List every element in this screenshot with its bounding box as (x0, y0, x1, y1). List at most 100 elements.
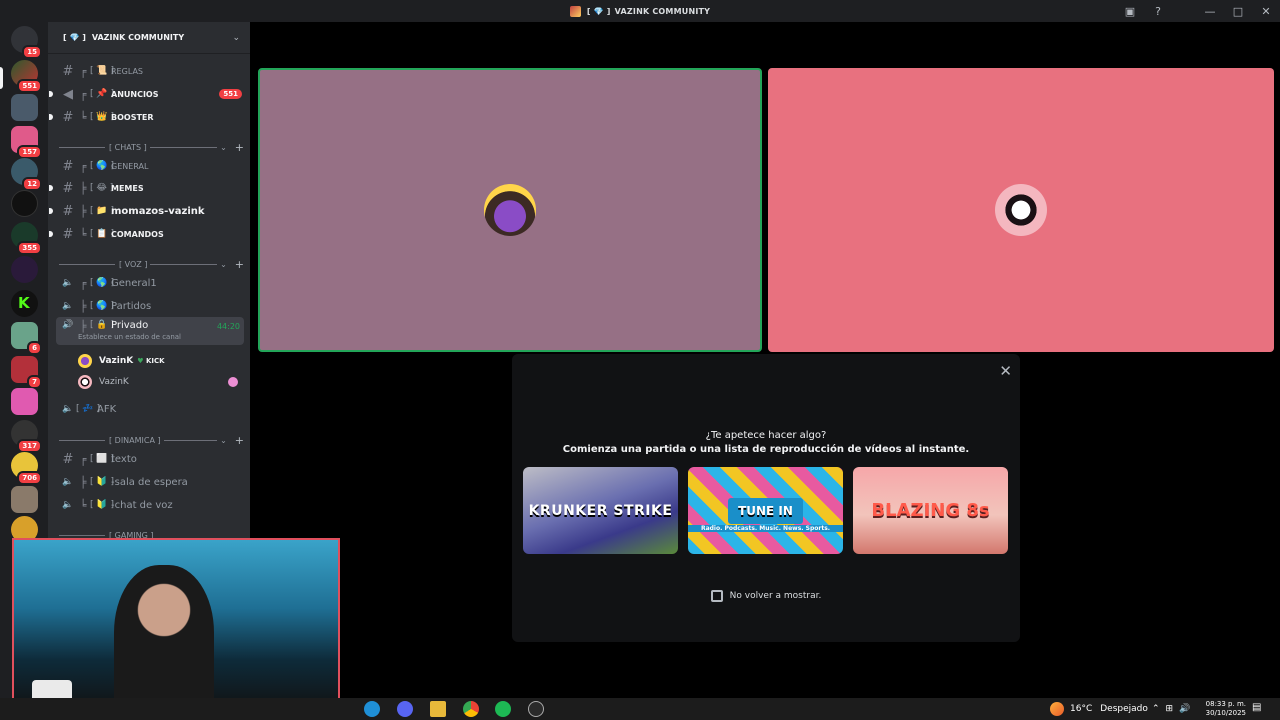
server-icon[interactable]: 7 (11, 356, 42, 389)
server-icon[interactable]: 6 (11, 322, 42, 355)
channel-comandos[interactable]: # ╘ [ 📋 ] COMANDOS (49, 224, 244, 244)
server-icon[interactable]: 317 (11, 420, 42, 453)
text-channel-icon: # (62, 158, 74, 174)
activity-card-subtitle: Radio. Podcasts. Music. News. Sports. (688, 525, 843, 532)
server-icon[interactable] (11, 486, 38, 513)
server-icon[interactable]: 12 (11, 158, 42, 191)
system-clock[interactable]: 08:33 p. m. 30/10/2025 (1196, 700, 1246, 718)
clock-date: 30/10/2025 (1205, 709, 1246, 717)
text-channel-icon: # (62, 63, 74, 79)
channel-general[interactable]: # ╒ [ 🌎 ] GENERAL (56, 156, 244, 176)
chevron-down-icon: ⌄ (220, 259, 227, 269)
text-channel-icon: # (62, 180, 74, 196)
heart-icon: ♥ (137, 357, 144, 365)
channel-emoji: [ 📜 ] (90, 66, 114, 76)
dont-show-again-checkbox[interactable]: No volver a mostrar. (512, 590, 1020, 602)
voice-user-name: VazinK (99, 377, 129, 387)
channel-booster[interactable]: # ╘ [ 👑 ] BOOSTER (49, 107, 244, 127)
voice-channel-general1[interactable]: 🔈 ╒ [ 🌎 ] General1 (56, 273, 244, 293)
channel-name: -sala de espera (111, 476, 188, 488)
participant-tile-speaking[interactable] (258, 68, 762, 352)
file-explorer-icon[interactable] (430, 701, 446, 717)
add-channel-icon[interactable]: + (235, 258, 244, 271)
category-label: [ CHATS ] (109, 142, 147, 152)
server-icon[interactable] (11, 388, 38, 415)
add-channel-icon[interactable]: + (235, 141, 244, 154)
channel-emoji: [ 🌎 ] (90, 278, 114, 288)
voice-channel-partidos[interactable]: 🔈 ╞ [ 🌎 ] Partidos (56, 296, 244, 316)
voice-user-name: VazinK (99, 356, 134, 366)
weather-widget[interactable]: 16°C Despejado (1050, 698, 1148, 720)
inbox-icon[interactable]: ▣ (1116, 0, 1144, 22)
category-label: [ DINAMICA ] (109, 435, 161, 445)
close-window-button[interactable]: ✕ (1252, 0, 1280, 22)
kick-server-icon[interactable]: K (11, 290, 38, 317)
thread-icon: ╘ (79, 498, 87, 512)
guild-header[interactable]: [ 💎 ] VAZINK COMMUNITY ⌄ (48, 22, 250, 54)
tiktok-server-icon[interactable] (11, 190, 38, 217)
add-channel-icon[interactable]: + (235, 434, 244, 447)
voice-channel-sala-espera[interactable]: 🔈 ╞ [ 🔰 ] -sala de espera (56, 472, 244, 492)
channel-emoji: [ 👑 ] (90, 112, 114, 122)
category-chats[interactable]: [ CHATS ] ⌄ + (56, 140, 244, 154)
user-tag: ♥ KICK (137, 357, 165, 365)
channel-name: MEMES (111, 183, 144, 193)
window-title-prefix: [ 💎 ] (586, 6, 611, 16)
unread-indicator (49, 208, 53, 214)
voice-user[interactable]: VazinK (78, 372, 244, 392)
server-icon[interactable] (11, 256, 38, 283)
chrome-icon[interactable] (463, 701, 479, 717)
temperature: 16°C (1070, 704, 1093, 714)
spotify-icon[interactable] (495, 701, 511, 717)
category-voz[interactable]: [ VOZ ] ⌄ + (56, 257, 244, 271)
channel-emoji: [ 📁 ] (90, 206, 114, 216)
chevron-up-icon[interactable]: ⌃ (1152, 704, 1160, 714)
voice-channel-afk[interactable]: 🔈 [ 💤 ] AFK (56, 399, 244, 419)
activity-card-krunker[interactable]: KRUNKER STRIKE (523, 467, 678, 554)
text-channel-icon: # (62, 203, 74, 219)
notification-icon[interactable]: ▤ (1252, 702, 1261, 713)
thread-icon: ╞ (79, 204, 87, 218)
activity-card-blazing8s[interactable]: BLAZING 8s (853, 467, 1008, 554)
thread-icon: ╒ (79, 452, 87, 466)
voice-channel-chat-voz[interactable]: 🔈 ╘ [ 🔰 ] -chat de voz (56, 495, 244, 515)
channel-status[interactable]: Establece un estado de canal (78, 333, 181, 341)
close-icon[interactable]: ✕ (999, 362, 1012, 380)
discord-taskbar-icon[interactable] (397, 701, 413, 717)
obs-icon[interactable] (528, 701, 544, 717)
volume-icon[interactable]: 🔊 (1179, 704, 1190, 714)
window-title: VAZINK COMMUNITY (614, 6, 711, 16)
channel-emoji: [ 🔒 ] (90, 320, 114, 330)
maximize-button[interactable]: □ (1224, 0, 1252, 22)
checkbox-box[interactable] (710, 590, 723, 602)
category-dinamica[interactable]: [ DINAMICA ] ⌄ + (56, 433, 244, 447)
activity-card-tunein[interactable]: TUNE IN Radio. Podcasts. Music. News. Sp… (688, 467, 843, 554)
channel-memes[interactable]: # ╞ [ 😂 ] MEMES (49, 178, 244, 198)
edge-icon[interactable] (364, 701, 380, 717)
thread-icon: ╒ (79, 87, 87, 101)
checkbox-label: No volver a mostrar. (729, 591, 822, 601)
channel-texto[interactable]: # ╒ [ ⬜ ] texto (56, 449, 244, 469)
discord-home-icon[interactable]: 15 (11, 26, 42, 59)
channel-momazos-vazink[interactable]: # ╞ [ 📁 ] momazos-vazink (49, 201, 244, 221)
channel-reglas[interactable]: # ╒ [ 📜 ] REGLAS (56, 61, 244, 81)
chevron-down-icon[interactable]: ⌄ (232, 33, 240, 43)
speaker-icon: 🔈 (62, 500, 74, 510)
channel-anuncios[interactable]: ◀ ╒ [ 📌 ] ANUNCIOS 551 (49, 84, 244, 104)
network-icon[interactable]: ⊞ (1166, 704, 1174, 714)
participant-tile[interactable] (768, 68, 1274, 352)
server-icon[interactable]: 706 (11, 452, 42, 485)
server-icon[interactable]: 355 (11, 222, 42, 255)
server-icon[interactable]: 157 (11, 126, 42, 159)
channel-name: AFK (97, 403, 117, 415)
server-icon[interactable]: 551 (11, 60, 42, 93)
help-icon[interactable]: ? (1144, 0, 1172, 22)
squad-server-icon[interactable] (11, 94, 38, 121)
channel-emoji: [ 😂 ] (90, 183, 114, 193)
activity-subheading: Comienza una partida o una lista de repr… (562, 444, 970, 455)
voice-channel-privado[interactable]: 🔊 ╞ [ 🔒 ] Privado 44:20 Establece un est… (56, 317, 244, 345)
participant-avatar (484, 184, 536, 236)
voice-user[interactable]: VazinK ♥ KICK (78, 351, 244, 371)
minimize-button[interactable]: — (1196, 0, 1224, 22)
thread-icon: ╞ (79, 181, 87, 195)
